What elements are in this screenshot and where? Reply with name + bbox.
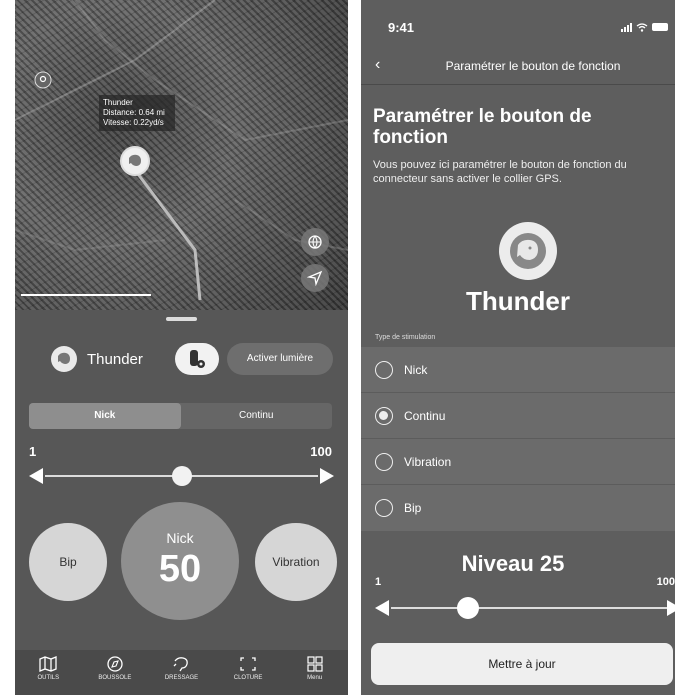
status-icons: [621, 23, 668, 32]
tab-outils[interactable]: OUTILS: [15, 650, 82, 695]
map-layers-button[interactable]: [301, 228, 329, 256]
option-label: Continu: [404, 409, 446, 423]
satellite-map[interactable]: Thunder Distance: 0.64 mi Vitesse: 0.22y…: [15, 0, 348, 310]
activate-light-button[interactable]: Activer lumière: [227, 343, 333, 375]
slider-thumb[interactable]: [456, 597, 479, 619]
option-vibration[interactable]: Vibration: [361, 439, 675, 485]
tab-boussole[interactable]: BOUSSOLE: [82, 650, 149, 695]
popup-distance: Distance: 0.64 mi: [103, 108, 165, 117]
navigation-arrow-icon: [307, 270, 323, 286]
nick-level-value: 50: [158, 548, 202, 590]
update-button[interactable]: Mettre à jour: [371, 643, 673, 685]
level-title: Niveau 25: [461, 551, 565, 576]
tab-label: BOUSSOLE: [98, 675, 132, 681]
popup-speed: Vitesse: 0.22yd/s: [103, 118, 164, 127]
page-title: Paramétrer le bouton de fonction: [373, 106, 592, 148]
segment-continu[interactable]: Continu: [181, 403, 333, 429]
range-max: 100: [310, 444, 332, 459]
popup-dog-name: Thunder: [103, 98, 133, 107]
decrease-arrow-icon[interactable]: [29, 468, 43, 484]
globe-icon: [308, 235, 322, 249]
divider: [361, 84, 675, 85]
app-screen-function-button: 9:41 ‹ Paramétrer le bouton de fonction …: [361, 0, 675, 695]
nick-label: Nick: [166, 530, 194, 546]
map-scale-bar: [21, 294, 151, 296]
tab-menu[interactable]: Menu: [281, 650, 348, 695]
dog-selector[interactable]: Thunder: [51, 344, 143, 374]
radio-button[interactable]: [375, 453, 393, 471]
dog-info-popup: Thunder Distance: 0.64 mi Vitesse: 0.22y…: [99, 95, 175, 131]
bottom-tab-bar: OUTILS BOUSSOLE DRESSAGE CLOTURE Menu: [15, 650, 348, 695]
stimulation-type-label: Type de stimulation: [375, 334, 436, 341]
fence-icon: [240, 657, 256, 671]
locate-button[interactable]: [301, 264, 329, 292]
control-panel: Thunder Activer lumière Nick Continu 1 1…: [15, 310, 348, 650]
increase-arrow-icon[interactable]: [667, 600, 675, 616]
tab-label: DRESSAGE: [164, 675, 199, 681]
segment-nick[interactable]: Nick: [29, 403, 181, 429]
tab-label: OUTILS: [37, 675, 60, 681]
dog-icon: [58, 352, 70, 364]
page-description: Vous pouvez ici paramétrer le bouton de …: [373, 159, 627, 185]
option-continu[interactable]: Continu: [361, 393, 675, 439]
nick-stimulation-button[interactable]: Nick 50: [121, 502, 239, 620]
radio-button[interactable]: [375, 361, 393, 379]
dog-location-marker[interactable]: [120, 146, 150, 176]
option-bip[interactable]: Bip: [361, 485, 675, 531]
dog-training-icon: [174, 657, 189, 672]
vibration-button[interactable]: Vibration: [255, 523, 337, 601]
range-max: 100: [656, 576, 675, 588]
location-pin-icon[interactable]: [34, 71, 52, 89]
level-slider[interactable]: [375, 597, 675, 619]
radio-button[interactable]: [375, 499, 393, 517]
nav-bar: ‹ Paramétrer le bouton de fonction: [361, 52, 675, 80]
app-screen-main: Thunder Distance: 0.64 mi Vitesse: 0.22y…: [15, 0, 348, 695]
increase-arrow-icon[interactable]: [320, 468, 334, 484]
drag-handle[interactable]: [166, 317, 197, 321]
dog-avatar: [499, 222, 557, 280]
nav-title: Paramétrer le bouton de fonction: [445, 59, 621, 73]
dog-icon: [129, 154, 141, 166]
grid-menu-icon: [307, 656, 323, 672]
tab-dressage[interactable]: DRESSAGE: [148, 650, 215, 695]
range-min: 1: [29, 444, 37, 459]
slider-track: [391, 607, 675, 609]
range-min: 1: [375, 576, 382, 588]
decrease-arrow-icon[interactable]: [375, 600, 389, 616]
option-label: Nick: [404, 363, 428, 377]
tab-cloture[interactable]: CLOTURE: [215, 650, 282, 695]
dog-avatar: [51, 346, 77, 372]
slider-thumb[interactable]: [171, 466, 192, 486]
dog-icon: [510, 233, 546, 269]
radio-button-checked[interactable]: [375, 407, 393, 425]
collar-device-icon: [190, 350, 205, 368]
tab-label: CLOTURE: [233, 675, 263, 681]
option-label: Bip: [404, 501, 422, 515]
dog-name: Thunder: [466, 286, 570, 316]
status-bar: 9:41: [361, 0, 675, 44]
map-terrain: [15, 0, 348, 301]
stimulation-type-list: Nick Continu Vibration Bip: [361, 347, 675, 531]
bip-button[interactable]: Bip: [29, 523, 107, 601]
stimulation-mode-toggle: Nick Continu: [29, 403, 332, 429]
status-time: 9:41: [388, 20, 415, 35]
tab-label: Menu: [307, 675, 323, 681]
intensity-slider[interactable]: [29, 466, 334, 486]
back-chevron-icon[interactable]: ‹: [375, 56, 380, 74]
map-icon: [39, 656, 57, 672]
option-nick[interactable]: Nick: [361, 347, 675, 393]
collar-settings-button[interactable]: [175, 343, 219, 375]
dog-name: Thunder: [87, 350, 143, 368]
option-label: Vibration: [404, 455, 452, 469]
compass-icon: [107, 656, 123, 672]
